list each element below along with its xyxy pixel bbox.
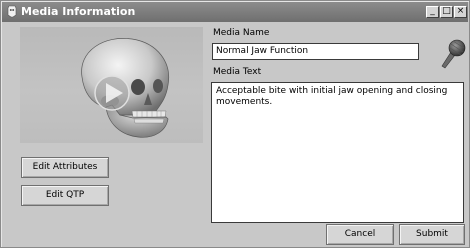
title-bar[interactable]: Media Information _ □ × (2, 2, 468, 22)
submit-button[interactable]: Submit (399, 224, 465, 245)
minimize-icon: _ (430, 6, 435, 16)
close-button[interactable]: × (454, 6, 467, 18)
maximize-button[interactable]: □ (440, 6, 453, 18)
skull-image (81, 38, 170, 138)
microphone-icon[interactable] (439, 38, 469, 70)
play-icon[interactable] (94, 75, 130, 111)
close-icon: × (456, 6, 465, 16)
window-title: Media Information (21, 5, 136, 18)
maximize-icon: □ (442, 6, 451, 16)
media-preview[interactable] (20, 27, 203, 143)
edit-attributes-button[interactable]: Edit Attributes (21, 157, 109, 178)
edit-qtp-button[interactable]: Edit QTP (21, 185, 109, 206)
minimize-button[interactable]: _ (426, 6, 439, 18)
media-name-label: Media Name (213, 28, 270, 38)
media-icon (7, 5, 17, 18)
media-information-dialog: Media Information _ □ × Edit Attributes … (0, 0, 470, 248)
media-name-input[interactable]: Normal Jaw Function (212, 43, 419, 60)
media-text-label: Media Text (213, 67, 262, 77)
cancel-button[interactable]: Cancel (326, 224, 394, 245)
media-text-area[interactable]: Acceptable bite with initial jaw opening… (211, 82, 464, 223)
